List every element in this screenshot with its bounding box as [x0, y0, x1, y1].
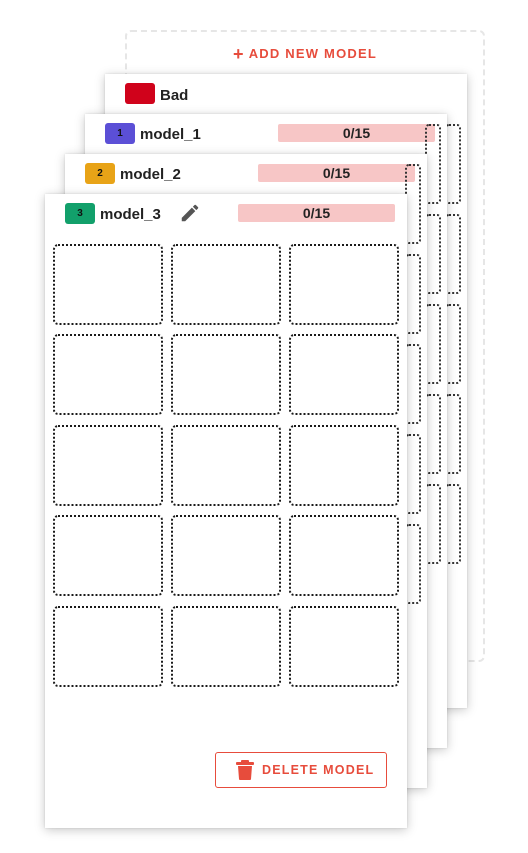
image-slot[interactable] — [405, 434, 421, 514]
image-slot[interactable] — [405, 344, 421, 424]
image-slot[interactable] — [53, 515, 163, 596]
add-new-model-button[interactable]: + ADD NEW MODEL — [127, 44, 483, 65]
image-slot[interactable] — [445, 124, 461, 204]
image-slot[interactable] — [425, 124, 441, 204]
image-slot[interactable] — [405, 524, 421, 604]
model-card-header: 2 model_2 0/15 — [65, 154, 427, 194]
image-slot[interactable] — [171, 606, 281, 687]
model-name: model_1 — [140, 126, 201, 143]
image-slot[interactable] — [171, 515, 281, 596]
image-slot[interactable] — [405, 164, 421, 244]
image-slot[interactable] — [289, 334, 399, 415]
model-card-header: Bad — [105, 74, 467, 114]
image-slot[interactable] — [53, 606, 163, 687]
image-slot[interactable] — [445, 484, 461, 564]
model-card-header: 3 model_3 0/15 — [45, 194, 407, 234]
model-name: model_3 — [100, 206, 161, 223]
image-slot[interactable] — [289, 515, 399, 596]
image-slot[interactable] — [53, 244, 163, 325]
delete-model-button[interactable]: DELETE MODEL — [215, 752, 387, 788]
image-slot[interactable] — [171, 334, 281, 415]
image-slot[interactable] — [425, 214, 441, 294]
model-card-model-3: 3 model_3 0/15 DELETE MODEL — [45, 194, 407, 828]
add-new-model-label: ADD NEW MODEL — [248, 46, 377, 61]
image-slot[interactable] — [445, 214, 461, 294]
model-color-badge — [125, 83, 155, 104]
model-name: Bad — [160, 87, 189, 104]
model-number-badge: 3 — [65, 203, 95, 224]
delete-model-label: DELETE MODEL — [262, 763, 375, 777]
image-slot[interactable] — [171, 244, 281, 325]
image-slot[interactable] — [425, 304, 441, 384]
model-number-badge: 1 — [105, 123, 135, 144]
image-count: 0/15 — [278, 124, 435, 142]
image-slot[interactable] — [289, 606, 399, 687]
image-slot[interactable] — [289, 425, 399, 506]
pencil-icon[interactable] — [179, 202, 201, 224]
image-slot[interactable] — [445, 304, 461, 384]
image-slot[interactable] — [425, 484, 441, 564]
image-slot[interactable] — [171, 425, 281, 506]
image-slot[interactable] — [53, 334, 163, 415]
plus-icon: + — [233, 44, 245, 64]
image-count: 0/15 — [238, 204, 395, 222]
image-slot[interactable] — [425, 394, 441, 474]
trash-icon — [236, 760, 254, 780]
image-slot[interactable] — [53, 425, 163, 506]
model-number-badge: 2 — [85, 163, 115, 184]
model-card-header: 1 model_1 0/15 — [85, 114, 447, 154]
image-count: 0/15 — [258, 164, 415, 182]
model-name: model_2 — [120, 166, 181, 183]
image-slot[interactable] — [405, 254, 421, 334]
image-slot[interactable] — [289, 244, 399, 325]
image-slot[interactable] — [445, 394, 461, 474]
